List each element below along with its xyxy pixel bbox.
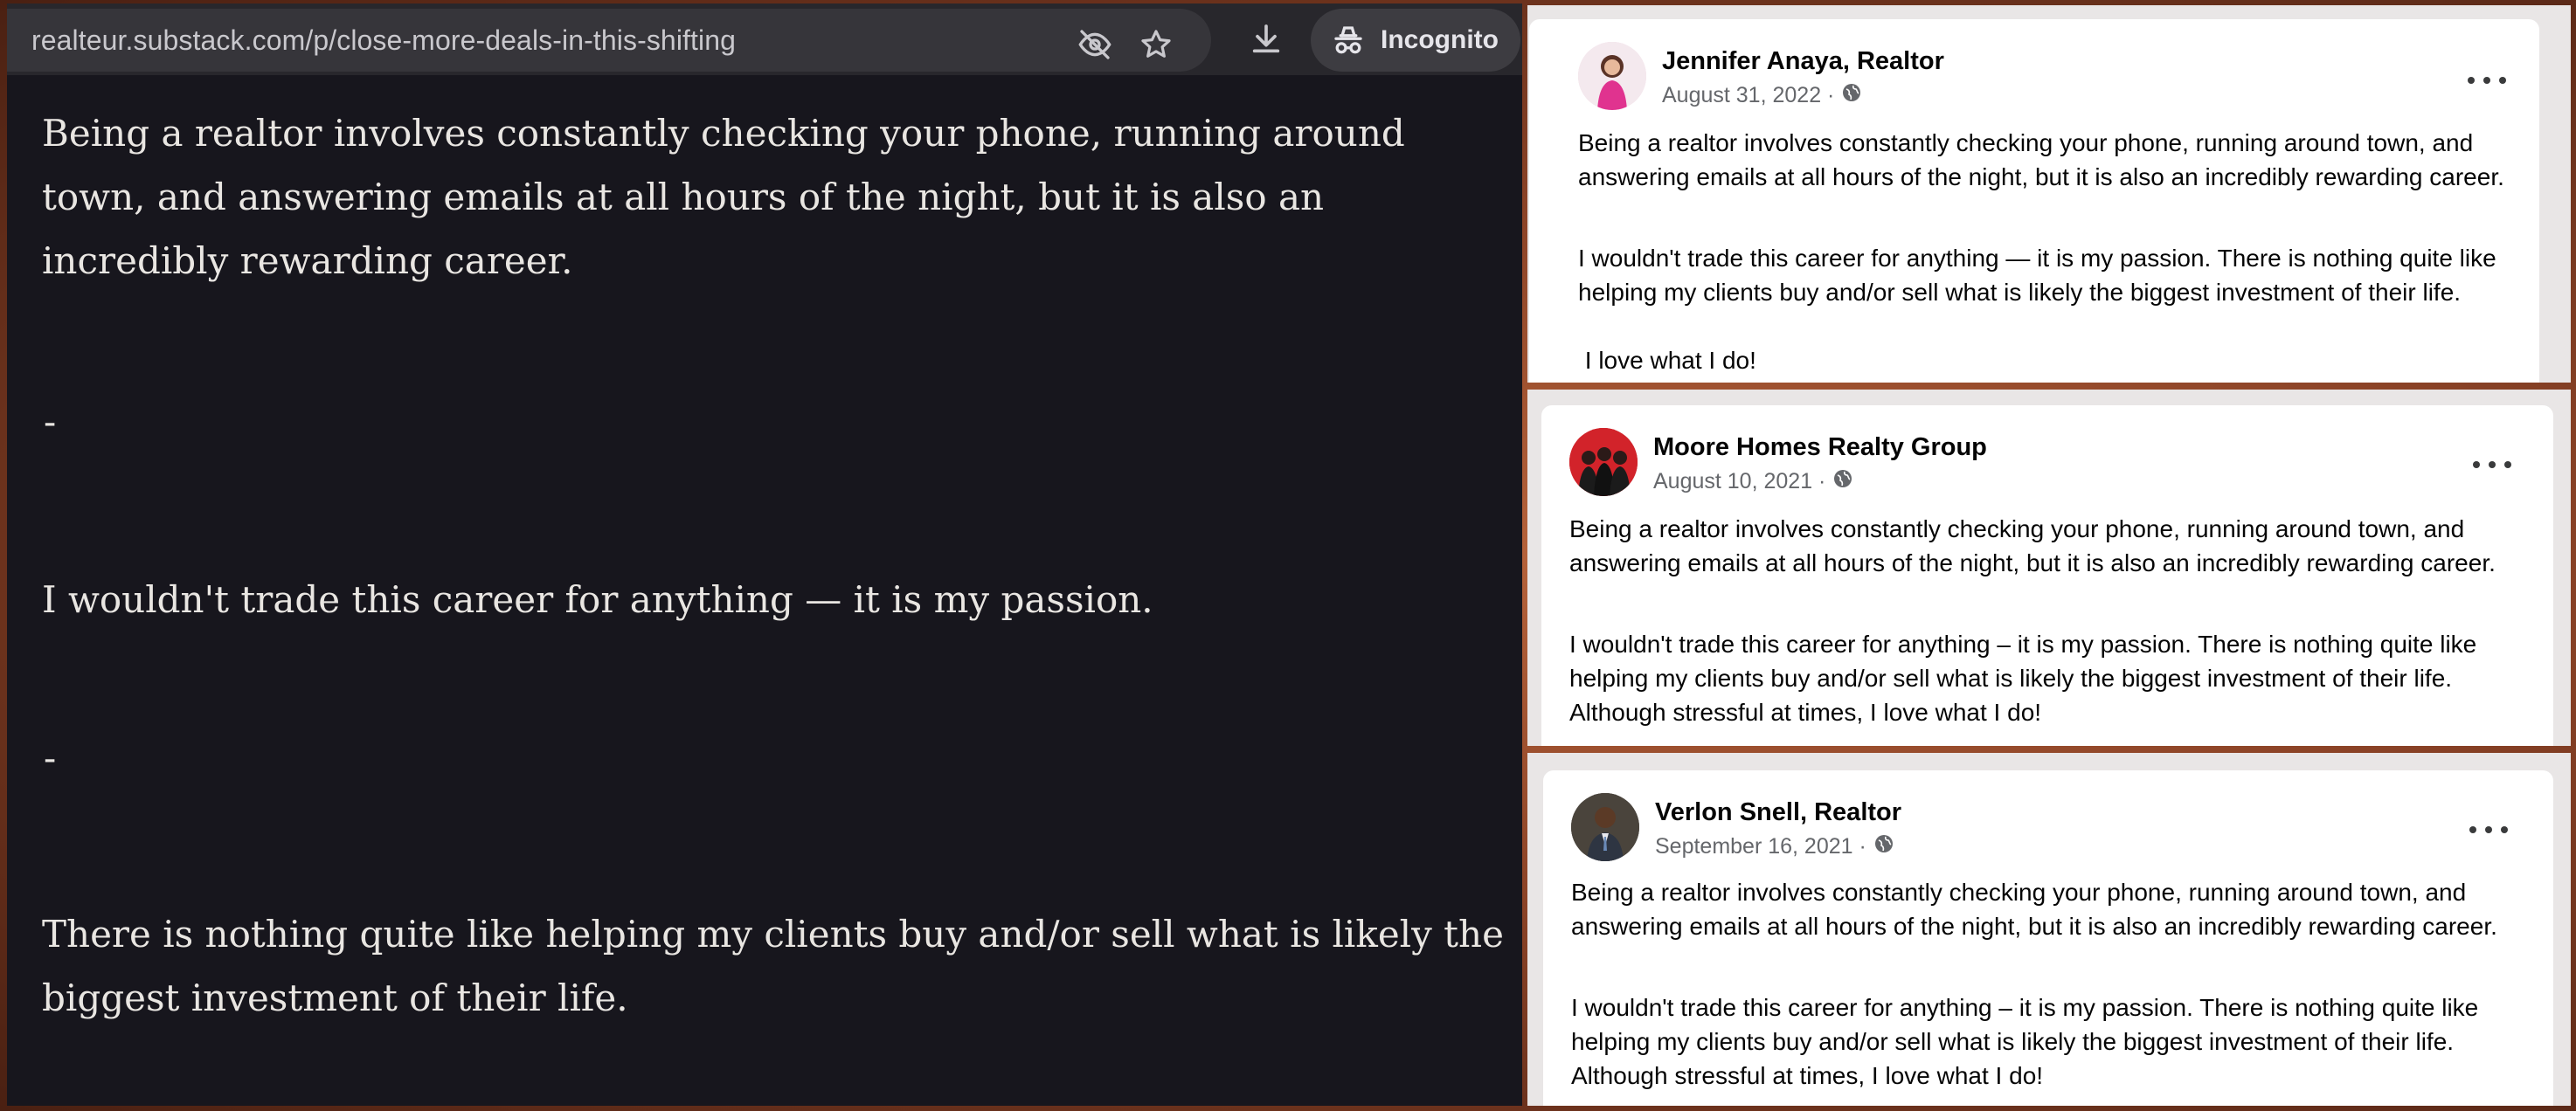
article-separator-2: -: [44, 736, 57, 779]
post-card: Jennifer Anaya, Realtor August 31, 2022 …: [1529, 19, 2539, 383]
article-paragraph-2: I wouldn't trade this career for anythin…: [42, 578, 1153, 621]
post-text-paragraph-3: I love what I do!: [1578, 347, 1756, 374]
star-icon[interactable]: [1138, 26, 1174, 63]
post-text-paragraph-1: Being a realtor involves constantly chec…: [1578, 129, 2504, 190]
poster-name[interactable]: Jennifer Anaya, Realtor: [1662, 47, 1944, 76]
article-body: Being a realtor involves constantly chec…: [7, 75, 1522, 1106]
eye-off-icon[interactable]: [1077, 26, 1113, 63]
post-text-paragraph-1: Being a realtor involves constantly chec…: [1569, 515, 2496, 576]
post-date-text: September 16, 2021 ·: [1655, 834, 1866, 859]
address-bar[interactable]: realteur.substack.com/p/close-more-deals…: [7, 9, 1211, 72]
post-date[interactable]: August 31, 2022 ·: [1662, 82, 1862, 109]
article-paragraph-1: Being a realtor involves constantly chec…: [42, 112, 1405, 282]
browser-window: realteur.substack.com/p/close-more-deals…: [7, 3, 1522, 1106]
post-text-paragraph-2: I wouldn't trade this career for anythin…: [1569, 631, 2477, 726]
post-card: Moore Homes Realty Group August 10, 2021…: [1541, 405, 2553, 746]
globe-icon: [1841, 82, 1862, 109]
more-options-icon[interactable]: [2473, 456, 2511, 473]
post-text-paragraph-1: Being a realtor involves constantly chec…: [1571, 879, 2497, 940]
post-date-text: August 10, 2021 ·: [1653, 469, 1826, 493]
poster-name[interactable]: Verlon Snell, Realtor: [1655, 798, 1901, 827]
incognito-icon: [1330, 22, 1367, 59]
article-paragraph-3: There is nothing quite like helping my c…: [42, 913, 1504, 1019]
more-options-icon[interactable]: [2469, 821, 2508, 838]
post-card: Verlon Snell, Realtor September 16, 2021…: [1543, 770, 2553, 1106]
more-options-icon[interactable]: [2468, 72, 2506, 89]
avatar[interactable]: [1569, 428, 1638, 496]
avatar[interactable]: [1578, 42, 1646, 110]
post-text-paragraph-2: I wouldn't trade this career for anythin…: [1571, 994, 2479, 1089]
post-text-paragraph-2: I wouldn't trade this career for anythin…: [1578, 245, 2496, 306]
post-date[interactable]: August 10, 2021 ·: [1653, 468, 1853, 495]
facebook-post-3: Verlon Snell, Realtor September 16, 2021…: [1527, 753, 2571, 1106]
browser-toolbar: realteur.substack.com/p/close-more-deals…: [7, 3, 1522, 75]
url-text[interactable]: realteur.substack.com/p/close-more-deals…: [31, 9, 736, 72]
facebook-post-2: Moore Homes Realty Group August 10, 2021…: [1527, 390, 2571, 746]
globe-icon: [1873, 833, 1894, 860]
article-separator-1: -: [44, 400, 57, 443]
incognito-badge[interactable]: Incognito: [1311, 9, 1520, 72]
incognito-label: Incognito: [1381, 25, 1499, 54]
post-date[interactable]: September 16, 2021 ·: [1655, 833, 1894, 860]
facebook-post-1: Jennifer Anaya, Realtor August 31, 2022 …: [1527, 5, 2571, 383]
globe-icon: [1832, 468, 1853, 495]
avatar[interactable]: [1571, 793, 1639, 861]
poster-name[interactable]: Moore Homes Realty Group: [1653, 433, 1987, 462]
download-icon[interactable]: [1248, 21, 1285, 58]
post-date-text: August 31, 2022 ·: [1662, 83, 1835, 107]
